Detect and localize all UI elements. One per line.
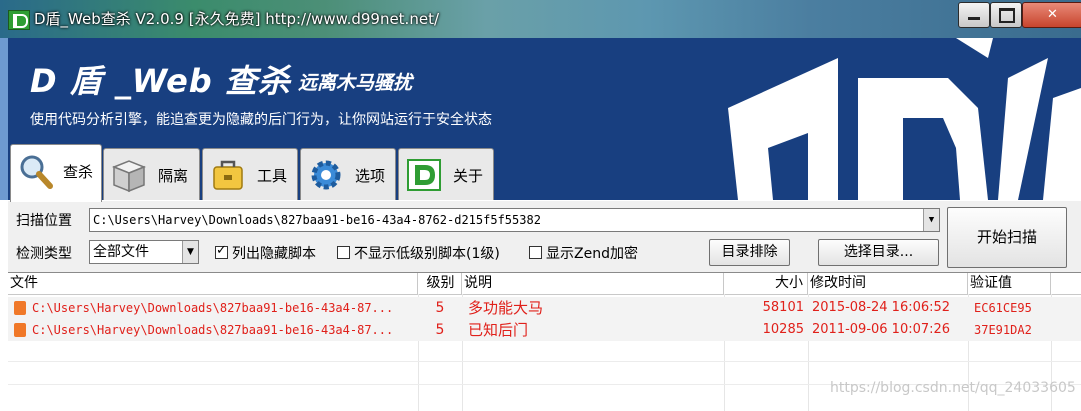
lowlevel-label: 不显示低级别脚本(1级) [354,246,500,262]
table-row[interactable]: C:\Users\Harvey\Downloads\827baa91-be16-… [8,297,1081,319]
cell-file: C:\Users\Harvey\Downloads\827baa91-be16-… [32,323,394,337]
hidden-script-checkbox[interactable] [215,243,228,259]
gear-icon [311,160,341,190]
box-icon [111,160,147,193]
close-button[interactable]: ✕ [1022,2,1081,28]
chevron-down-icon[interactable]: ▼ [182,241,198,263]
exclude-dir-button[interactable]: 目录排除 [709,239,790,266]
cell-hash: EC61CE95 [974,301,1032,315]
cell-mtime: 2015-08-24 16:06:52 [812,300,951,315]
table-header: 文件 级别 说明 大小 修改时间 验证值 [8,273,1081,295]
cell-mtime: 2011-09-06 10:07:26 [812,322,951,337]
column-header-size[interactable]: 大小 [724,273,808,294]
maximize-button[interactable] [990,2,1022,28]
banner-title: D 盾 _Web 查杀 [30,62,291,100]
window-title: D盾_Web查杀 V2.0.9 [永久免费] http://www.d99net… [34,10,440,28]
column-header-file[interactable]: 文件 [8,273,418,294]
tab-label: 关于 [453,167,484,185]
chevron-down-icon[interactable]: ▼ [923,209,939,231]
cell-level: 5 [435,300,445,316]
column-header-level[interactable]: 级别 [418,273,462,294]
cell-desc: 多功能大马 [468,299,544,317]
table-row[interactable]: C:\Users\Harvey\Downloads\827baa91-be16-… [8,319,1081,341]
column-header-desc[interactable]: 说明 [462,273,724,294]
cell-level: 5 [435,322,445,338]
d-logo-icon [407,159,441,191]
tab-options[interactable]: 选项 [300,148,396,200]
tab-tools[interactable]: 工具 [202,148,298,200]
cell-hash: 37E91DA2 [974,323,1032,337]
scan-location-input[interactable]: C:\Users\Harvey\Downloads\827baa91-be16-… [89,208,940,232]
zend-label: 显示Zend加密 [546,246,638,262]
magnifier-icon [20,155,53,189]
watermark-text: https://blog.csdn.net/qq_24033605 [830,380,1076,396]
title-bar: D盾_Web查杀 V2.0.9 [永久免费] http://www.d99net… [0,0,1081,38]
cell-size: 58101 [762,300,804,315]
select-dir-button[interactable]: 选择目录... [818,239,939,266]
detect-type-label: 检测类型 [16,246,72,262]
banner-slogan: 远离木马骚扰 [298,72,413,94]
maximize-icon [999,8,1015,23]
tab-scan[interactable]: 查杀 [10,144,102,202]
scan-location-label: 扫描位置 [16,213,72,229]
detect-type-select[interactable]: 全部文件 ▼ [89,240,199,264]
file-icon [14,323,26,337]
cell-file: C:\Users\Harvey\Downloads\827baa91-be16-… [32,301,394,315]
tab-label: 工具 [257,167,288,185]
minimize-icon [968,17,980,20]
d-shield-logo-icon [728,38,1081,200]
tab-label: 隔离 [158,167,189,185]
toolbox-icon [213,160,243,190]
column-header-hash[interactable]: 验证值 [968,273,1051,294]
app-icon [8,10,30,30]
lowlevel-checkbox[interactable] [337,246,350,259]
zend-checkbox[interactable] [529,246,542,259]
cell-desc: 已知后门 [468,321,529,339]
hidden-script-label: 列出隐藏脚本 [232,246,316,262]
banner-subtitle: 使用代码分析引擎，能追查更为隐藏的后门行为，让你网站运行于安全状态 [30,112,492,128]
cell-size: 10285 [762,322,804,337]
close-icon: ✕ [1047,7,1058,22]
minimize-button[interactable] [958,2,990,28]
tab-about[interactable]: 关于 [398,148,494,200]
tab-label: 选项 [355,167,386,185]
scan-location-value: C:\Users\Harvey\Downloads\827baa91-be16-… [93,213,541,227]
detect-type-value: 全部文件 [93,244,149,260]
tab-label: 查杀 [63,163,94,181]
start-scan-button[interactable]: 开始扫描 [947,207,1067,268]
file-icon [14,301,26,315]
column-header-mtime[interactable]: 修改时间 [808,273,968,294]
tab-quarantine[interactable]: 隔离 [103,148,200,200]
